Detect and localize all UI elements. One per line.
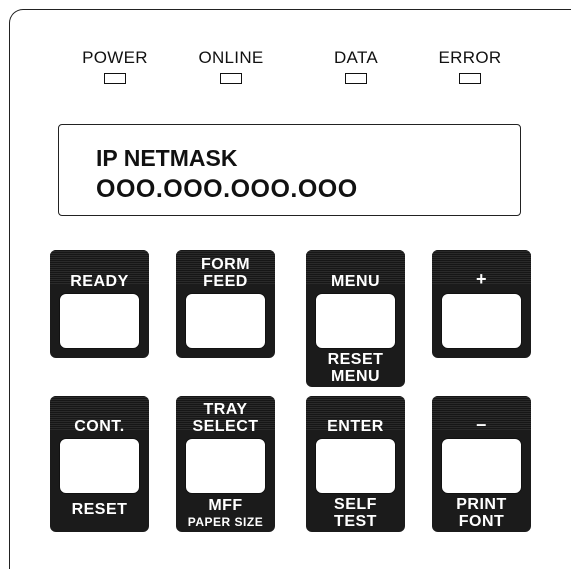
plus-label: + xyxy=(475,269,487,289)
paper-size-label: PAPER SIZE xyxy=(187,515,264,529)
mff-paper-size-label: MFF PAPER SIZE xyxy=(176,497,275,531)
menu-key-face[interactable] xyxy=(315,293,396,349)
minus-key-face[interactable] xyxy=(441,438,522,494)
minus-button[interactable]: – PRINT FONT xyxy=(432,396,531,532)
tray-select-key-face[interactable] xyxy=(185,438,266,494)
self-test-label: SELF TEST xyxy=(306,496,405,530)
tray-select-label-line1: TRAY xyxy=(203,401,248,418)
reset-menu-label: RESET MENU xyxy=(306,351,405,385)
enter-key-face[interactable] xyxy=(315,438,396,494)
form-feed-label-line2: FEED xyxy=(203,273,248,290)
online-led-icon xyxy=(220,73,242,84)
form-feed-label: FORM FEED xyxy=(176,256,275,290)
reset-menu-label-line2: MENU xyxy=(330,368,381,385)
power-label: POWER xyxy=(82,48,148,67)
online-label: ONLINE xyxy=(198,48,264,67)
tray-select-button[interactable]: TRAY SELECT MFF PAPER SIZE xyxy=(176,396,275,532)
ready-key-face[interactable] xyxy=(59,293,140,349)
lcd-display: IP NETMASK OOO.OOO.OOO.OOO xyxy=(58,124,521,216)
display-line-1: IP NETMASK xyxy=(96,145,238,171)
data-label: DATA xyxy=(333,48,378,67)
menu-label: MENU xyxy=(330,273,381,290)
tray-select-label-line2: SELECT xyxy=(192,418,259,435)
self-test-label-line2: TEST xyxy=(334,513,377,530)
form-feed-key-face[interactable] xyxy=(185,293,266,349)
error-label: ERROR xyxy=(438,48,502,67)
enter-label: ENTER xyxy=(327,418,384,435)
enter-button[interactable]: ENTER SELF TEST xyxy=(306,396,405,532)
minus-label: – xyxy=(476,414,487,434)
plus-key-face[interactable] xyxy=(441,293,522,349)
print-font-label-line1: PRINT xyxy=(456,496,507,513)
cont-key-face[interactable] xyxy=(59,438,140,494)
ready-button[interactable]: READY xyxy=(50,250,149,358)
self-test-label-line1: SELF xyxy=(334,496,377,513)
data-indicator: DATA xyxy=(311,48,401,84)
print-font-label: PRINT FONT xyxy=(432,496,531,530)
reset-label: RESET xyxy=(71,501,128,518)
form-feed-button[interactable]: FORM FEED xyxy=(176,250,275,358)
tray-select-label: TRAY SELECT xyxy=(176,401,275,435)
display-line-2: OOO.OOO.OOO.OOO xyxy=(96,175,358,203)
cont-button[interactable]: CONT. RESET xyxy=(50,396,149,532)
power-led-icon xyxy=(104,73,126,84)
error-led-icon xyxy=(459,73,481,84)
menu-button[interactable]: MENU RESET MENU xyxy=(306,250,405,387)
power-indicator: POWER xyxy=(70,48,160,84)
ready-label: READY xyxy=(70,273,129,290)
print-font-label-line2: FONT xyxy=(458,513,505,530)
reset-menu-label-line1: RESET xyxy=(327,351,384,368)
mff-label: MFF xyxy=(208,497,243,514)
data-led-icon xyxy=(345,73,367,84)
form-feed-label-line1: FORM xyxy=(200,256,251,273)
cont-label: CONT. xyxy=(74,418,125,435)
error-indicator: ERROR xyxy=(425,48,515,84)
online-indicator: ONLINE xyxy=(186,48,276,84)
plus-button[interactable]: + xyxy=(432,250,531,358)
